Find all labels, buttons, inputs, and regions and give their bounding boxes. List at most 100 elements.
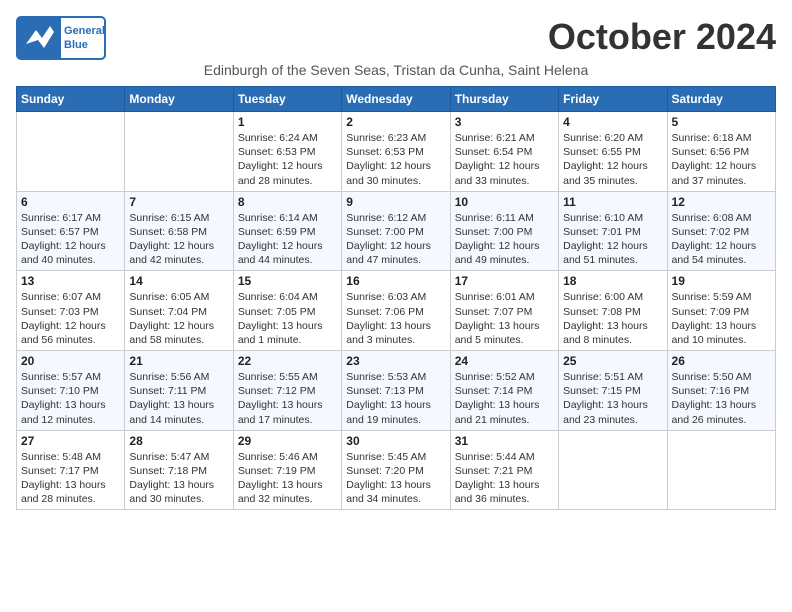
calendar-cell: 3 Sunrise: 6:21 AM Sunset: 6:54 PM Daylig… — [450, 112, 558, 192]
subtitle: Edinburgh of the Seven Seas, Tristan da … — [16, 62, 776, 78]
day-info: Sunrise: 5:47 AM Sunset: 7:18 PM Dayligh… — [129, 450, 228, 507]
month-title: October 2024 — [548, 16, 776, 58]
calendar-cell: 29 Sunrise: 5:46 AM Sunset: 7:19 PM Dayli… — [233, 430, 341, 510]
calendar-cell: 17 Sunrise: 6:01 AM Sunset: 7:07 PM Dayli… — [450, 271, 558, 351]
day-number: 22 — [238, 354, 337, 368]
day-number: 31 — [455, 434, 554, 448]
calendar-cell: 22 Sunrise: 5:55 AM Sunset: 7:12 PM Dayli… — [233, 351, 341, 431]
day-info: Sunrise: 5:59 AM Sunset: 7:09 PM Dayligh… — [672, 290, 771, 347]
day-number: 29 — [238, 434, 337, 448]
day-number: 17 — [455, 274, 554, 288]
calendar-cell: 8 Sunrise: 6:14 AM Sunset: 6:59 PM Daylig… — [233, 191, 341, 271]
calendar-cell: 23 Sunrise: 5:53 AM Sunset: 7:13 PM Dayli… — [342, 351, 450, 431]
calendar-cell: 14 Sunrise: 6:05 AM Sunset: 7:04 PM Dayli… — [125, 271, 233, 351]
calendar-cell: 10Sunrise: 6:11 AM Sunset: 7:00 PM Dayli… — [450, 191, 558, 271]
day-info: Sunrise: 6:05 AM Sunset: 7:04 PM Dayligh… — [129, 290, 228, 347]
day-info: Sunrise: 6:18 AM Sunset: 6:56 PM Dayligh… — [672, 131, 771, 188]
day-number: 27 — [21, 434, 120, 448]
calendar-cell: 26Sunrise: 5:50 AM Sunset: 7:16 PM Dayli… — [667, 351, 775, 431]
calendar-cell: 1 Sunrise: 6:24 AM Sunset: 6:53 PM Daylig… — [233, 112, 341, 192]
day-number: 28 — [129, 434, 228, 448]
calendar-cell: 6 Sunrise: 6:17 AM Sunset: 6:57 PM Daylig… — [17, 191, 125, 271]
logo-area: General Blue — [16, 16, 106, 60]
calendar-header-row: SundayMondayTuesdayWednesdayThursdayFrid… — [17, 87, 776, 112]
day-info: Sunrise: 5:45 AM Sunset: 7:20 PM Dayligh… — [346, 450, 445, 507]
calendar-cell: 16Sunrise: 6:03 AM Sunset: 7:06 PM Dayli… — [342, 271, 450, 351]
day-info: Sunrise: 6:23 AM Sunset: 6:53 PM Dayligh… — [346, 131, 445, 188]
day-number: 3 — [455, 115, 554, 129]
weekday-header-monday: Monday — [125, 87, 233, 112]
day-info: Sunrise: 6:11 AM Sunset: 7:00 PM Dayligh… — [455, 211, 554, 268]
day-number: 1 — [238, 115, 337, 129]
day-info: Sunrise: 6:00 AM Sunset: 7:08 PM Dayligh… — [563, 290, 662, 347]
svg-text:General: General — [64, 25, 105, 37]
day-number: 18 — [563, 274, 662, 288]
day-number: 14 — [129, 274, 228, 288]
calendar-cell: 27 Sunrise: 5:48 AM Sunset: 7:17 PM Dayli… — [17, 430, 125, 510]
day-info: Sunrise: 5:52 AM Sunset: 7:14 PM Dayligh… — [455, 370, 554, 427]
calendar-cell: 15 Sunrise: 6:04 AM Sunset: 7:05 PM Dayli… — [233, 271, 341, 351]
day-info: Sunrise: 6:08 AM Sunset: 7:02 PM Dayligh… — [672, 211, 771, 268]
day-info: Sunrise: 6:24 AM Sunset: 6:53 PM Dayligh… — [238, 131, 337, 188]
calendar-cell: 20Sunrise: 5:57 AM Sunset: 7:10 PM Dayli… — [17, 351, 125, 431]
day-info: Sunrise: 5:56 AM Sunset: 7:11 PM Dayligh… — [129, 370, 228, 427]
calendar-week-4: 20Sunrise: 5:57 AM Sunset: 7:10 PM Dayli… — [17, 351, 776, 431]
calendar-cell: 25 Sunrise: 5:51 AM Sunset: 7:15 PM Dayli… — [559, 351, 667, 431]
day-info: Sunrise: 6:07 AM Sunset: 7:03 PM Dayligh… — [21, 290, 120, 347]
day-info: Sunrise: 5:50 AM Sunset: 7:16 PM Dayligh… — [672, 370, 771, 427]
calendar-cell — [125, 112, 233, 192]
day-info: Sunrise: 5:55 AM Sunset: 7:12 PM Dayligh… — [238, 370, 337, 427]
day-info: Sunrise: 5:46 AM Sunset: 7:19 PM Dayligh… — [238, 450, 337, 507]
calendar-cell: 5 Sunrise: 6:18 AM Sunset: 6:56 PM Daylig… — [667, 112, 775, 192]
weekday-header-wednesday: Wednesday — [342, 87, 450, 112]
day-info: Sunrise: 5:51 AM Sunset: 7:15 PM Dayligh… — [563, 370, 662, 427]
day-info: Sunrise: 6:15 AM Sunset: 6:58 PM Dayligh… — [129, 211, 228, 268]
weekday-header-thursday: Thursday — [450, 87, 558, 112]
day-number: 8 — [238, 195, 337, 209]
day-info: Sunrise: 5:48 AM Sunset: 7:17 PM Dayligh… — [21, 450, 120, 507]
calendar-cell: 31 Sunrise: 5:44 AM Sunset: 7:21 PM Dayli… — [450, 430, 558, 510]
day-number: 11 — [563, 195, 662, 209]
day-number: 25 — [563, 354, 662, 368]
day-number: 5 — [672, 115, 771, 129]
day-number: 20 — [21, 354, 120, 368]
calendar-week-1: 1 Sunrise: 6:24 AM Sunset: 6:53 PM Daylig… — [17, 112, 776, 192]
day-number: 12 — [672, 195, 771, 209]
calendar-cell — [17, 112, 125, 192]
day-info: Sunrise: 6:01 AM Sunset: 7:07 PM Dayligh… — [455, 290, 554, 347]
calendar-cell: 19Sunrise: 5:59 AM Sunset: 7:09 PM Dayli… — [667, 271, 775, 351]
calendar-cell: 11Sunrise: 6:10 AM Sunset: 7:01 PM Dayli… — [559, 191, 667, 271]
day-info: Sunrise: 6:21 AM Sunset: 6:54 PM Dayligh… — [455, 131, 554, 188]
day-number: 23 — [346, 354, 445, 368]
calendar-cell: 13 Sunrise: 6:07 AM Sunset: 7:03 PM Dayli… — [17, 271, 125, 351]
day-info: Sunrise: 6:20 AM Sunset: 6:55 PM Dayligh… — [563, 131, 662, 188]
day-number: 13 — [21, 274, 120, 288]
calendar-cell: 9Sunrise: 6:12 AM Sunset: 7:00 PM Daylig… — [342, 191, 450, 271]
calendar-table: SundayMondayTuesdayWednesdayThursdayFrid… — [16, 86, 776, 510]
weekday-header-saturday: Saturday — [667, 87, 775, 112]
day-number: 6 — [21, 195, 120, 209]
weekday-header-friday: Friday — [559, 87, 667, 112]
calendar-week-2: 6 Sunrise: 6:17 AM Sunset: 6:57 PM Daylig… — [17, 191, 776, 271]
calendar-cell: 2 Sunrise: 6:23 AM Sunset: 6:53 PM Daylig… — [342, 112, 450, 192]
day-number: 24 — [455, 354, 554, 368]
day-number: 21 — [129, 354, 228, 368]
calendar-cell: 12 Sunrise: 6:08 AM Sunset: 7:02 PM Dayli… — [667, 191, 775, 271]
calendar-cell — [559, 430, 667, 510]
calendar-week-3: 13 Sunrise: 6:07 AM Sunset: 7:03 PM Dayli… — [17, 271, 776, 351]
weekday-header-sunday: Sunday — [17, 87, 125, 112]
calendar-cell: 24 Sunrise: 5:52 AM Sunset: 7:14 PM Dayli… — [450, 351, 558, 431]
day-info: Sunrise: 6:14 AM Sunset: 6:59 PM Dayligh… — [238, 211, 337, 268]
day-info: Sunrise: 5:53 AM Sunset: 7:13 PM Dayligh… — [346, 370, 445, 427]
day-number: 16 — [346, 274, 445, 288]
day-number: 2 — [346, 115, 445, 129]
calendar-cell: 21 Sunrise: 5:56 AM Sunset: 7:11 PM Dayli… — [125, 351, 233, 431]
day-number: 4 — [563, 115, 662, 129]
calendar-cell: 7Sunrise: 6:15 AM Sunset: 6:58 PM Daylig… — [125, 191, 233, 271]
day-number: 15 — [238, 274, 337, 288]
day-info: Sunrise: 5:44 AM Sunset: 7:21 PM Dayligh… — [455, 450, 554, 507]
day-info: Sunrise: 6:04 AM Sunset: 7:05 PM Dayligh… — [238, 290, 337, 347]
day-info: Sunrise: 6:12 AM Sunset: 7:00 PM Dayligh… — [346, 211, 445, 268]
generalblue-logo: General Blue — [16, 16, 106, 60]
day-info: Sunrise: 6:17 AM Sunset: 6:57 PM Dayligh… — [21, 211, 120, 268]
